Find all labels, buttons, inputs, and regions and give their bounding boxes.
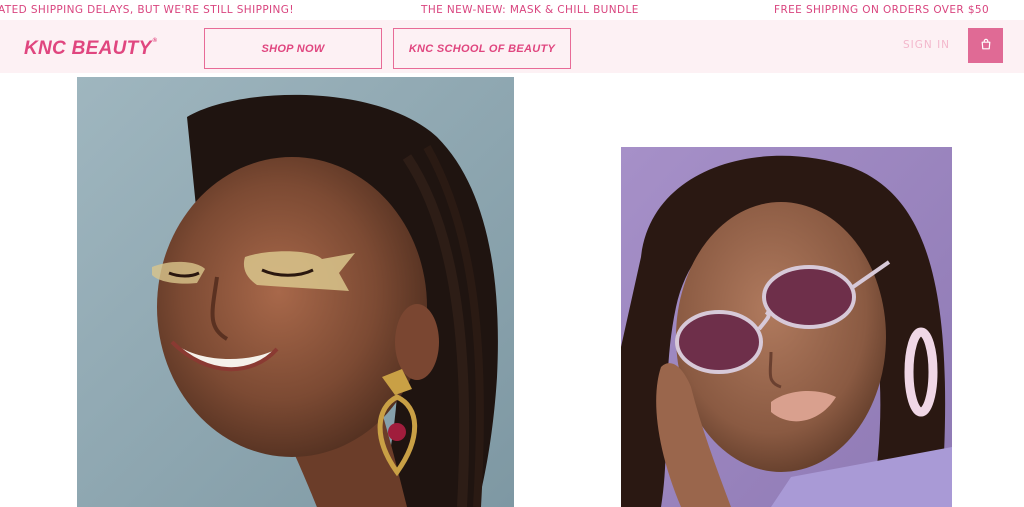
announcement-mask-chill-bundle[interactable]: THE NEW-NEW: MASK & CHILL BUNDLE xyxy=(421,4,639,16)
shopping-bag-icon xyxy=(980,37,992,55)
announcement-shipping-delays[interactable]: ATED SHIPPING DELAYS, BUT WE'RE STILL SH… xyxy=(0,4,294,16)
announcement-bar: ATED SHIPPING DELAYS, BUT WE'RE STILL SH… xyxy=(0,0,1024,20)
brand-logo[interactable]: KNC BEAUTY® xyxy=(24,38,157,60)
brand-logo-text: KNC BEAUTY xyxy=(24,38,152,59)
registered-mark: ® xyxy=(152,38,158,44)
cart-button[interactable] xyxy=(968,28,1003,63)
shop-now-button[interactable]: SHOP NOW xyxy=(204,28,382,69)
sign-in-link[interactable]: SIGN IN xyxy=(903,39,950,51)
model-with-star-eye-masks-photo[interactable] xyxy=(77,77,514,507)
site-header: KNC BEAUTY® SHOP NOW KNC SCHOOL OF BEAUT… xyxy=(0,20,1024,73)
school-of-beauty-button[interactable]: KNC SCHOOL OF BEAUTY xyxy=(393,28,571,69)
announcement-free-shipping[interactable]: FREE SHIPPING ON ORDERS OVER $50 xyxy=(774,4,989,16)
model-with-sunglasses-and-lip-mask-photo[interactable] xyxy=(621,147,952,507)
